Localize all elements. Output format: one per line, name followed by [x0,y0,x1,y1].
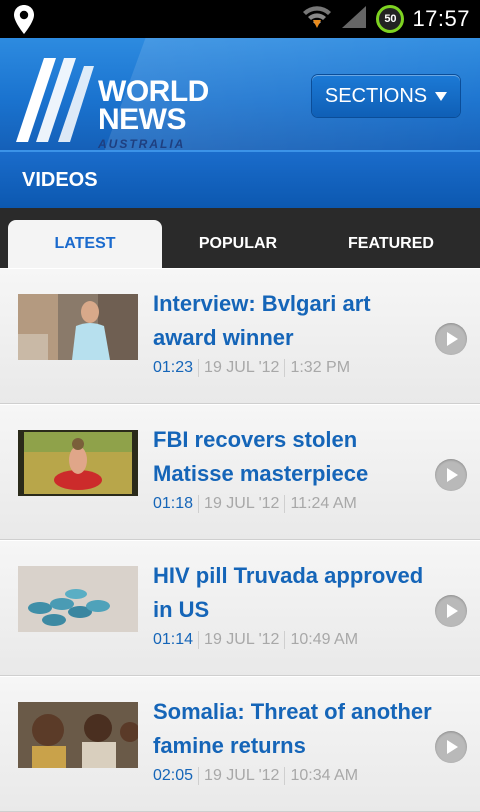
video-thumbnail [18,294,138,360]
tab-bar: LATEST POPULAR FEATURED [0,208,480,268]
video-duration: 01:18 [153,495,194,512]
tab-featured[interactable]: FEATURED [314,220,468,268]
video-meta: 01:18 19 JUL '12 11:24 AM [153,495,357,513]
video-meta: 01:14 19 JUL '12 10:49 AM [153,631,358,649]
video-title: Somalia: Threat of another famine return… [153,699,432,758]
video-title: Interview: Bvlgari art award winner [153,291,371,350]
app-header: WORLD NEWS AUSTRALIA SECTIONS [0,38,480,150]
video-date: 19 JUL '12 [204,495,280,512]
video-duration: 02:05 [153,767,194,784]
status-bar: 50 17:57 [0,0,480,38]
video-time: 1:32 PM [290,359,351,376]
caret-down-icon [435,91,448,101]
logo-word-world: WORLD [98,75,209,108]
video-thumbnail [18,430,138,496]
video-list-item[interactable]: FBI recovers stolen Matisse masterpiece … [0,404,480,540]
video-title: FBI recovers stolen Matisse masterpiece [153,427,369,486]
video-time: 10:34 AM [290,767,359,784]
video-time: 11:24 AM [290,495,357,512]
tab-popular[interactable]: POPULAR [162,220,314,268]
section-title-bar: VIDEOS [0,150,480,208]
sections-label: SECTIONS [324,84,428,107]
section-title: VIDEOS [22,169,98,191]
battery-level: 50 [384,13,397,25]
video-duration: 01:14 [153,631,194,648]
video-meta: 02:05 19 JUL '12 10:34 AM [153,767,358,785]
location-pin-icon [12,4,36,41]
video-list: Interview: Bvlgari art award winner 01:2… [0,268,480,812]
video-date: 19 JUL '12 [204,631,280,648]
play-icon[interactable] [435,595,467,627]
video-time: 10:49 AM [290,631,359,648]
battery-icon: 50 [376,5,405,33]
video-thumbnail [18,702,138,768]
video-duration: 01:23 [153,359,194,376]
play-icon[interactable] [435,323,467,355]
logo-word-australia: AUSTRALIA [98,137,186,150]
video-list-item[interactable]: Interview: Bvlgari art award winner 01:2… [0,268,480,404]
tab-latest[interactable]: LATEST [8,220,162,268]
video-date: 19 JUL '12 [204,359,280,376]
video-list-item[interactable]: HIV pill Truvada approved in US 01:14 19… [0,540,480,676]
video-thumbnail [18,566,138,632]
signal-icon [340,4,368,35]
video-list-item[interactable]: Somalia: Threat of another famine return… [0,676,480,812]
video-meta: 01:23 19 JUL '12 1:32 PM [153,359,350,377]
sbs-logo-icon [16,58,94,142]
sbs-world-news-logo[interactable]: WORLD NEWS AUSTRALIA [14,52,224,150]
play-icon[interactable] [435,459,467,491]
play-icon[interactable] [435,731,467,763]
video-title: HIV pill Truvada approved in US [153,563,424,622]
wifi-icon [302,4,332,35]
sections-dropdown-button[interactable]: SECTIONS [312,75,460,117]
clock: 17:57 [412,6,470,31]
video-date: 19 JUL '12 [204,767,280,784]
